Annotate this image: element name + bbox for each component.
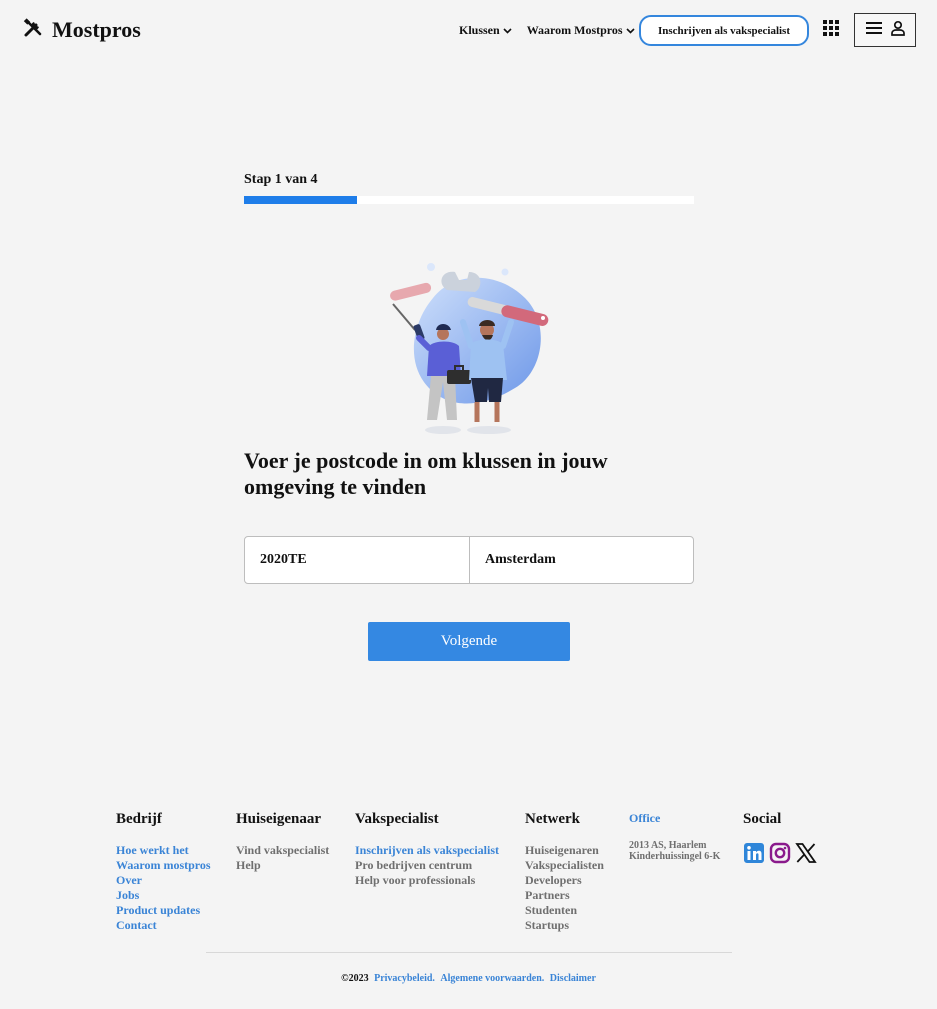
office-address-line1: 2013 AS, Haarlem [629, 840, 707, 851]
progress-bar [244, 196, 694, 204]
next-button[interactable]: Volgende [368, 622, 570, 661]
legal-bar: ©2023 Privacybeleid. Algemene voorwaarde… [0, 973, 937, 984]
footer-col-social: Social [743, 811, 817, 869]
social-icons [743, 842, 817, 869]
nav-label: Klussen [459, 22, 500, 37]
privacy-link[interactable]: Privacybeleid. [374, 973, 435, 984]
footer-link[interactable]: Vakspecialisten [525, 858, 604, 873]
footer-col-vakspecialist: Vakspecialist Inschrijven als vakspecial… [355, 811, 499, 888]
tools-icon [23, 17, 43, 43]
footer-link[interactable]: Waarom mostpros [116, 858, 211, 873]
footer-link[interactable]: Contact [116, 918, 211, 933]
footer-link[interactable]: Inschrijven als vakspecialist [355, 843, 499, 858]
footer-link[interactable]: Pro bedrijven centrum [355, 858, 499, 873]
postcode-input[interactable] [245, 537, 469, 583]
terms-link[interactable]: Algemene voorwaarden. [440, 973, 544, 984]
office-address-line2: Kinderhuissingel 6-K [629, 851, 721, 862]
footer-col-office: Office 2013 AS, Haarlem Kinderhuissingel… [629, 811, 720, 862]
logo[interactable]: Mostpros [23, 17, 141, 43]
footer-link[interactable]: Jobs [116, 888, 211, 903]
footer-heading: Huiseigenaar [236, 811, 321, 827]
footer-heading: Social [743, 811, 782, 827]
footer-divider [206, 952, 732, 953]
copyright: ©2023 [341, 973, 369, 984]
office-title[interactable]: Office [629, 811, 720, 826]
x-icon[interactable] [795, 842, 817, 869]
apps-grid-icon[interactable] [823, 20, 839, 36]
footer-link[interactable]: Studenten [525, 903, 604, 918]
account-menu-button[interactable] [854, 13, 916, 47]
footer-link[interactable]: Developers [525, 873, 604, 888]
workers-illustration [385, 260, 555, 440]
footer-col-huiseigenaar: Huiseigenaar Vind vakspecialist Help [236, 811, 329, 873]
footer-heading: Bedrijf [116, 811, 162, 827]
page-heading: Voer je postcode in om klussen in jouw o… [244, 448, 608, 499]
location-inputs [244, 536, 694, 584]
footer-heading: Vakspecialist [355, 811, 439, 827]
footer-link[interactable]: Help voor professionals [355, 873, 499, 888]
nav-label: Waarom Mostpros [526, 22, 623, 37]
linkedin-icon[interactable] [743, 842, 765, 869]
chevron-down-icon [626, 23, 635, 38]
step-label: Stap 1 van 4 [244, 172, 318, 187]
footer-link[interactable]: Product updates [116, 903, 211, 918]
city-input[interactable] [469, 537, 693, 583]
nav-klussen[interactable]: Klussen [459, 14, 512, 46]
footer-link[interactable]: Over [116, 873, 211, 888]
logo-text: Mostpros [52, 17, 141, 42]
main-nav: Klussen Waarom Mostpros [459, 14, 650, 46]
footer-link[interactable]: Startups [525, 918, 604, 933]
footer-heading: Netwerk [525, 811, 580, 827]
footer-link[interactable]: Huiseigenaren [525, 843, 604, 858]
footer-link[interactable]: Help [236, 858, 329, 873]
disclaimer-link[interactable]: Disclaimer [550, 973, 596, 984]
register-vakspecialist-button[interactable]: Inschrijven als vakspecialist [639, 15, 809, 46]
footer-col-bedrijf: Bedrijf Hoe werkt het Waarom mostpros Ov… [116, 811, 211, 933]
footer-col-netwerk: Netwerk Huiseigenaren Vakspecialisten De… [525, 811, 604, 933]
instagram-icon[interactable] [769, 842, 791, 869]
chevron-down-icon [503, 23, 512, 38]
footer-link[interactable]: Hoe werkt het [116, 843, 211, 858]
menu-icon [865, 21, 883, 40]
footer-link[interactable]: Vind vakspecialist [236, 843, 329, 858]
footer-link[interactable]: Partners [525, 888, 604, 903]
user-icon [890, 20, 906, 41]
progress-fill [244, 196, 357, 204]
nav-waarom-mostpros[interactable]: Waarom Mostpros [527, 14, 635, 46]
